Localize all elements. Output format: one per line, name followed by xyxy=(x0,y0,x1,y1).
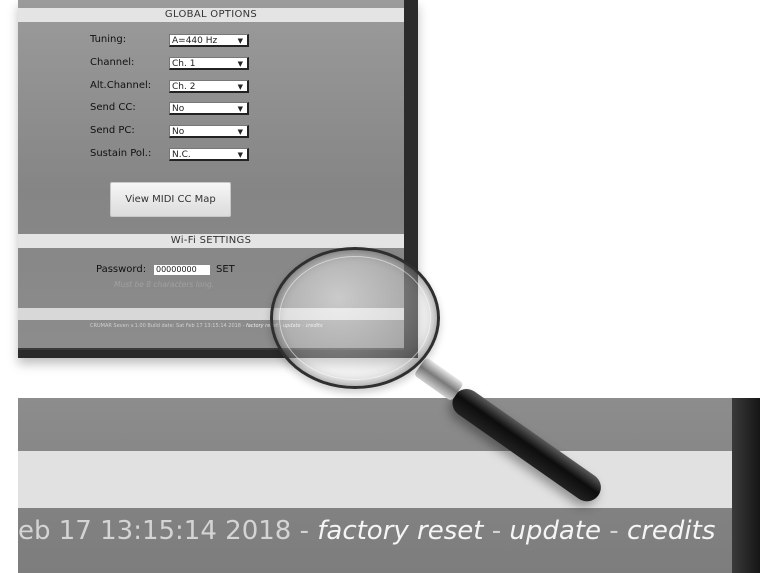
chevron-down-icon: ▼ xyxy=(237,151,243,159)
zoomed-factory-reset-link[interactable]: factory reset xyxy=(317,516,483,546)
chevron-down-icon: ▼ xyxy=(237,105,243,113)
zoomed-update-link[interactable]: update xyxy=(509,516,601,546)
tuning-value: A=440 Hz xyxy=(172,36,218,46)
global-options-header: GLOBAL OPTIONS xyxy=(18,8,404,22)
send-pc-select[interactable]: No ▼ xyxy=(169,125,249,138)
sustain-pol-select[interactable]: N.C. ▼ xyxy=(169,148,249,161)
send-cc-value: No xyxy=(172,104,185,114)
send-pc-label: Send PC: xyxy=(90,125,135,136)
zoomed-footer-strip xyxy=(18,451,732,508)
channel-value: Ch. 1 xyxy=(172,59,196,69)
password-input[interactable]: 00000000 xyxy=(153,264,211,276)
zoomed-separator: - xyxy=(601,516,627,546)
sustain-pol-label: Sustain Pol.: xyxy=(90,148,152,159)
alt-channel-label: Alt.Channel: xyxy=(90,80,152,91)
view-midi-cc-map-button[interactable]: View MIDI CC Map xyxy=(110,182,231,217)
magnifying-glass-icon xyxy=(270,247,440,389)
zoomed-separator: - xyxy=(483,516,510,546)
zoomed-footer: eb 17 13:15:14 2018 - factory reset - up… xyxy=(18,398,732,573)
alt-channel-select[interactable]: Ch. 2 ▼ xyxy=(169,80,249,93)
sustain-pol-value: N.C. xyxy=(172,150,191,160)
chevron-down-icon: ▼ xyxy=(237,128,243,136)
channel-select[interactable]: Ch. 1 ▼ xyxy=(169,57,249,70)
password-row: Password: 00000000 SET xyxy=(96,264,296,276)
password-label: Password: xyxy=(96,264,147,275)
wifi-settings-header: Wi-Fi SETTINGS xyxy=(18,234,404,248)
chevron-down-icon: ▼ xyxy=(237,83,243,91)
zoomed-credits-link[interactable]: credits xyxy=(627,516,715,546)
tuning-label: Tuning: xyxy=(90,34,127,45)
send-cc-select[interactable]: No ▼ xyxy=(169,102,249,115)
send-pc-value: No xyxy=(172,127,185,137)
lens-highlight xyxy=(279,256,431,380)
send-cc-label: Send CC: xyxy=(90,102,136,113)
zoomed-build-info: eb 17 13:15:14 2018 - xyxy=(18,516,318,546)
chevron-down-icon: ▼ xyxy=(237,37,243,45)
zoomed-frame-edge xyxy=(732,398,760,573)
password-hint: Must be 8 characters long. xyxy=(114,280,215,289)
channel-label: Channel: xyxy=(90,57,135,68)
alt-channel-value: Ch. 2 xyxy=(172,82,196,92)
zoomed-footer-line: eb 17 13:15:14 2018 - factory reset - up… xyxy=(18,516,715,546)
tuning-select[interactable]: A=440 Hz ▼ xyxy=(169,34,249,47)
set-button[interactable]: SET xyxy=(216,264,235,276)
build-info: CRUMAR Seven v.1.00 Build date: Sat Feb … xyxy=(90,323,246,329)
chevron-down-icon: ▼ xyxy=(237,60,243,68)
